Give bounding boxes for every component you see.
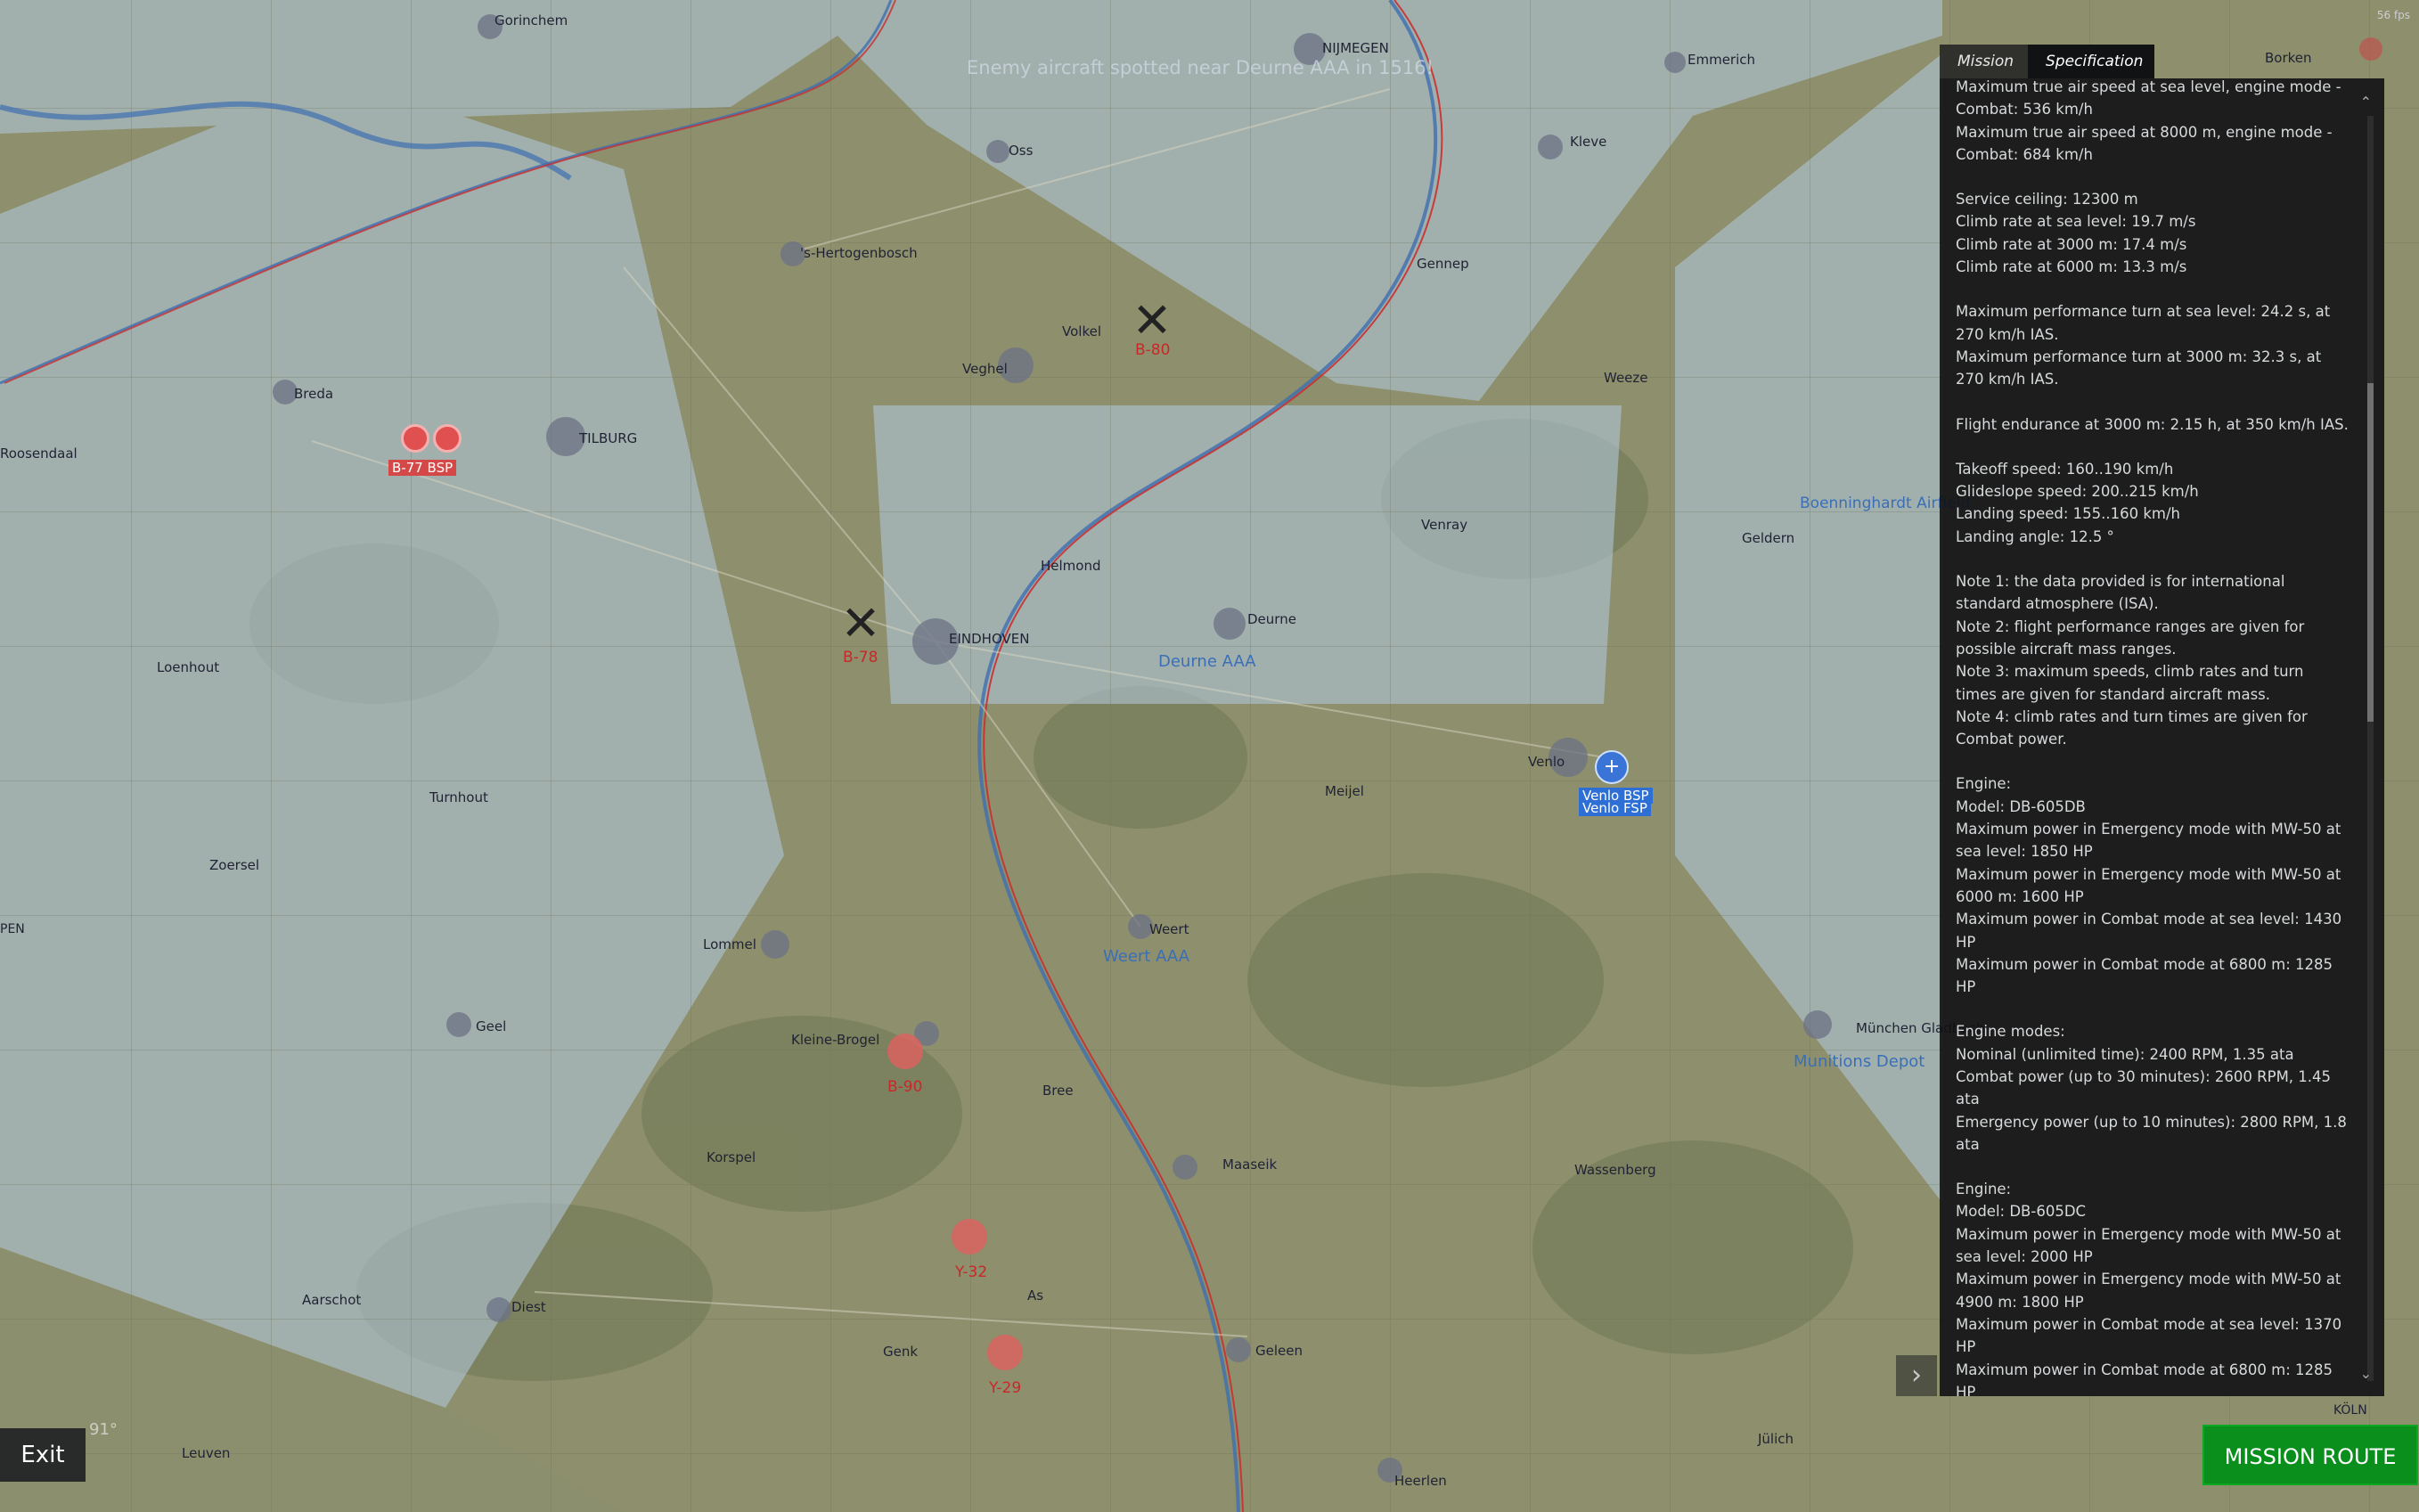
town-label: Volkel	[1062, 323, 1101, 339]
town-label: Oss	[1009, 143, 1034, 159]
town-label: Jülich	[1758, 1431, 1794, 1447]
town-label: 's-Hertogenbosch	[800, 245, 918, 261]
town-label: Lommel	[703, 936, 756, 952]
compass-heading: 91°	[89, 1420, 118, 1439]
collapse-panel-button[interactable]: ›	[1896, 1355, 1937, 1396]
scroll-down-arrow-icon[interactable]: ⌄	[2360, 1365, 2372, 1382]
town-label: Weert	[1149, 921, 1189, 937]
town-label: Loenhout	[157, 659, 220, 675]
airfield-code: B-80	[1135, 341, 1171, 359]
scroll-up-arrow-icon[interactable]: ⌃	[2360, 94, 2372, 110]
airfield-code: Y-29	[989, 1379, 1022, 1397]
spec-paragraph: Engine modes: Nominal (unlimited time): …	[1956, 1023, 2347, 1153]
airfield-code: Y-32	[955, 1263, 988, 1281]
aaa-label: Weert AAA	[1103, 947, 1190, 966]
town-label: Wassenberg	[1574, 1162, 1656, 1178]
spec-paragraph: Takeoff speed: 160..190 km/h Glideslope …	[1956, 460, 2199, 545]
exit-button[interactable]: Exit	[0, 1428, 86, 1482]
town-label: Kleine-Brogel	[791, 1032, 880, 1048]
town-label: EINDHOVEN	[949, 631, 1030, 647]
town-label: KÖLN	[2333, 1403, 2367, 1418]
mission-route-button[interactable]: MISSION ROUTE	[2202, 1425, 2418, 1485]
town-label: Bree	[1042, 1083, 1074, 1099]
spec-paragraph: Maximum performance turn at sea level: 2…	[1956, 303, 2331, 388]
enemy-airfield-icon[interactable]	[887, 1034, 923, 1069]
spec-paragraph: Maximum true air speed at sea level, eng…	[1956, 78, 2341, 163]
panel-tabs: Mission Specification	[1940, 45, 2154, 78]
town-label: Geldern	[1742, 530, 1795, 546]
town-label: NIJMEGEN	[1322, 40, 1389, 56]
town-label: Maaseik	[1222, 1156, 1278, 1173]
town-label: Gorinchem	[494, 12, 568, 29]
town-label: Emmerich	[1688, 52, 1756, 68]
enemy-airfield-icon[interactable]	[987, 1335, 1023, 1370]
airfield-code: Venlo FSP	[1579, 800, 1651, 816]
tab-specification[interactable]: Specification	[2028, 45, 2154, 78]
spec-paragraph: Engine: Model: DB-605DC Maximum power in…	[1956, 1181, 2342, 1396]
destroyed-airfield-icon[interactable]: ✕	[834, 597, 887, 650]
spec-paragraph: Engine: Model: DB-605DB Maximum power in…	[1956, 775, 2342, 996]
town-label: Turnhout	[429, 789, 488, 805]
town-label: Gennep	[1417, 256, 1469, 272]
town-label: Leuven	[182, 1445, 231, 1461]
town-label: Diest	[511, 1299, 546, 1315]
town-label: Deurne	[1247, 611, 1296, 627]
airfield-code: B-78	[843, 649, 879, 666]
town-label: Meijel	[1325, 783, 1364, 799]
town-label: Weeze	[1604, 370, 1648, 386]
spec-paragraph: Service ceiling: 12300 m Climb rate at s…	[1956, 191, 2196, 276]
enemy-spotted-notification: Enemy aircraft spotted near Deurne AAA i…	[967, 57, 1434, 78]
town-label: PEN	[0, 922, 25, 936]
friendly-airfield-icon[interactable]: +	[1595, 750, 1629, 784]
town-label: Venray	[1421, 517, 1468, 533]
town-label: Zoersel	[209, 857, 260, 873]
town-label: As	[1027, 1287, 1044, 1304]
enemy-airfield-icon[interactable]	[433, 424, 462, 453]
fps-counter: 56 fps	[2376, 9, 2410, 21]
town-label: Geel	[476, 1018, 507, 1034]
town-label: Genk	[883, 1344, 919, 1360]
specification-text[interactable]: Maximum true air speed at sea level, eng…	[1940, 78, 2384, 1396]
town-label: Geleen	[1255, 1343, 1303, 1359]
town-label: Aarschot	[302, 1292, 362, 1308]
airfield-code: B-90	[887, 1078, 923, 1096]
town-label: Veghel	[962, 361, 1008, 377]
depot-label: Munitions Depot	[1794, 1052, 1925, 1071]
aircraft-info-panel: Mission Specification Maximum true air s…	[1940, 45, 2384, 1396]
town-label: Kleve	[1570, 134, 1607, 150]
town-label: Venlo	[1528, 754, 1565, 770]
tab-mission[interactable]: Mission	[1940, 45, 2028, 78]
town-label: Heerlen	[1394, 1473, 1447, 1489]
enemy-airfield-icon[interactable]	[401, 424, 429, 453]
scrollbar-track[interactable]	[2367, 116, 2374, 1381]
airfield-code: B-77 BSP	[388, 460, 457, 476]
spec-paragraph: Flight endurance at 3000 m: 2.15 h, at 3…	[1956, 415, 2349, 433]
destroyed-airfield-icon[interactable]: ✕	[1125, 294, 1179, 347]
scrollbar-thumb[interactable]	[2367, 383, 2374, 722]
town-label: Breda	[294, 386, 334, 402]
town-label: Roosendaal	[0, 445, 78, 462]
town-label: Helmond	[1041, 558, 1101, 574]
town-label: TILBURG	[579, 430, 638, 446]
spec-paragraph: Note 1: the data provided is for interna…	[1956, 573, 2308, 748]
enemy-airfield-icon[interactable]	[952, 1219, 987, 1255]
town-label: Korspel	[707, 1149, 756, 1165]
aaa-label: Deurne AAA	[1158, 652, 1256, 671]
